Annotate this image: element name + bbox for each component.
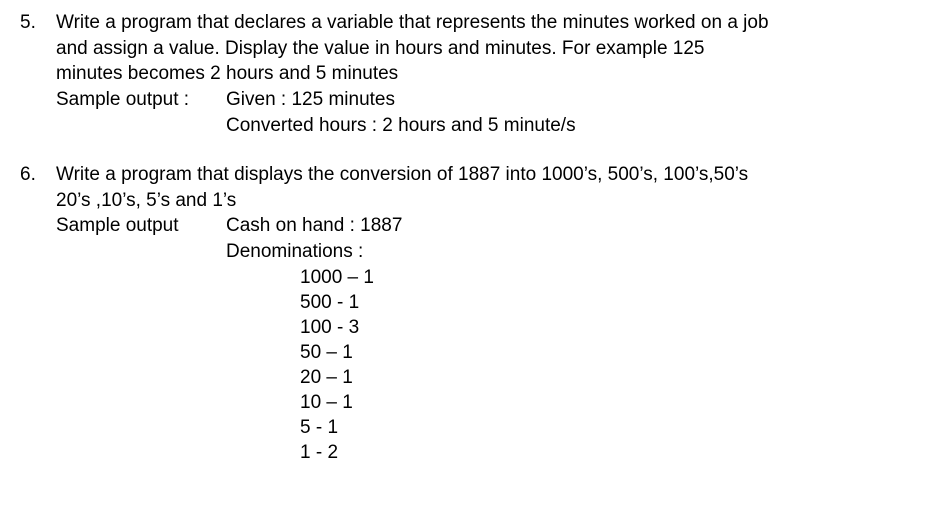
- denomination-row: 1 - 2: [300, 440, 906, 465]
- question-6: 6. Write a program that displays the con…: [20, 162, 906, 465]
- prompt-line: minutes becomes 2 hours and 5 minutes: [56, 61, 906, 87]
- denomination-row: 10 – 1: [300, 390, 906, 415]
- question-number: 6.: [20, 162, 52, 465]
- sample-content: Given : 125 minutes Converted hours : 2 …: [226, 87, 906, 138]
- sample-label: Sample output :: [56, 87, 226, 138]
- question-number: 5.: [20, 10, 52, 138]
- prompt-line: Write a program that displays the conver…: [56, 162, 906, 188]
- prompt-line: 20’s ,10’s, 5’s and 1’s: [56, 188, 906, 214]
- prompt-line: and assign a value. Display the value in…: [56, 36, 906, 62]
- question-5: 5. Write a program that declares a varia…: [20, 10, 906, 138]
- denomination-row: 100 - 3: [300, 315, 906, 340]
- sample-label: Sample output: [56, 213, 226, 465]
- sample-line: Given : 125 minutes: [226, 87, 906, 113]
- denomination-row: 1000 – 1: [300, 265, 906, 290]
- sample-line: Denominations :: [226, 239, 906, 265]
- denomination-row: 500 - 1: [300, 290, 906, 315]
- question-body: Write a program that displays the conver…: [56, 162, 906, 465]
- sample-content: Cash on hand : 1887 Denominations : 1000…: [226, 213, 906, 465]
- sample-output: Sample output : Given : 125 minutes Conv…: [56, 87, 906, 138]
- sample-line: Cash on hand : 1887: [226, 213, 906, 239]
- prompt-line: Write a program that declares a variable…: [56, 10, 906, 36]
- denominations-list: 1000 – 1 500 - 1 100 - 3 50 – 1 20 – 1 1…: [226, 265, 906, 466]
- question-body: Write a program that declares a variable…: [56, 10, 906, 138]
- sample-output: Sample output Cash on hand : 1887 Denomi…: [56, 213, 906, 465]
- sample-line: Converted hours : 2 hours and 5 minute/s: [226, 113, 906, 139]
- denomination-row: 5 - 1: [300, 415, 906, 440]
- denomination-row: 50 – 1: [300, 340, 906, 365]
- denomination-row: 20 – 1: [300, 365, 906, 390]
